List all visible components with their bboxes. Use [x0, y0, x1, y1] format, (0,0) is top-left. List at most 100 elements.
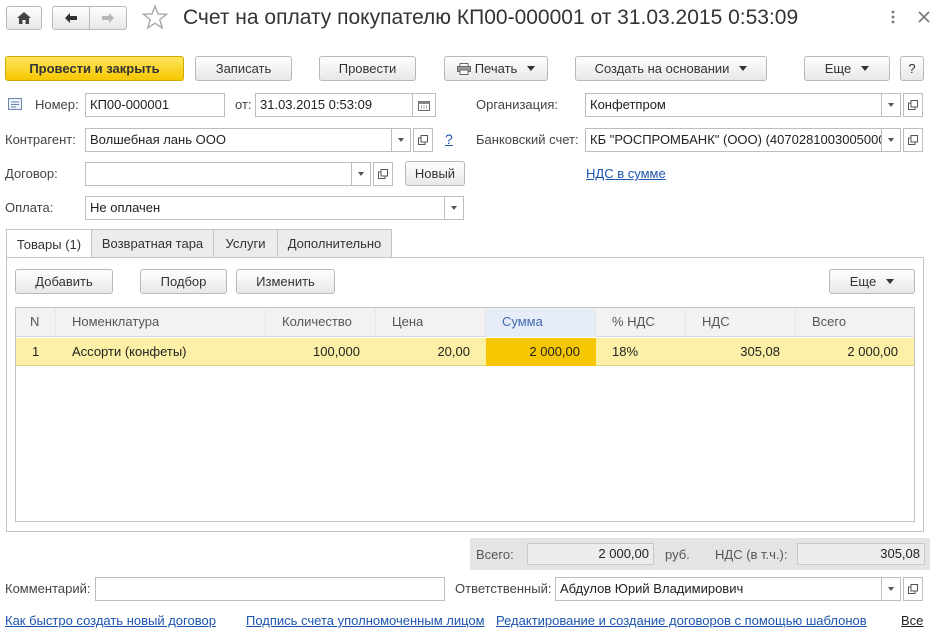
organization-open-button[interactable]: [903, 93, 923, 117]
vat-total-label: НДС (в т.ч.):: [715, 547, 788, 562]
organization-field[interactable]: Конфетпром: [585, 93, 882, 117]
chevron-down-icon: [739, 66, 748, 71]
number-label: Номер:: [35, 97, 79, 112]
more-button-label: Еще: [824, 61, 852, 76]
open-link-icon: [908, 100, 918, 110]
calendar-button[interactable]: [412, 93, 436, 117]
post-and-close-button[interactable]: Провести и закрыть: [5, 56, 184, 81]
vat-total-value: 305,08: [797, 543, 925, 565]
cell-vat: 305,08: [740, 344, 780, 359]
number-field[interactable]: КП00-000001: [85, 93, 225, 117]
comment-field[interactable]: [95, 577, 445, 601]
date-field[interactable]: 31.03.2015 0:53:09: [255, 93, 413, 117]
chevron-down-icon: [888, 138, 894, 142]
counterparty-help-link[interactable]: ?: [445, 131, 453, 147]
page-title: Счет на оплату покупателю КП00-000001 от…: [183, 6, 799, 29]
organization-label: Организация:: [476, 97, 559, 112]
chevron-down-icon: [861, 66, 870, 71]
column-header-sum[interactable]: Сумма: [486, 309, 596, 337]
counterparty-dropdown[interactable]: [391, 128, 411, 152]
new-contract-button[interactable]: Новый: [405, 161, 465, 186]
contract-label: Договор:: [5, 166, 58, 181]
chevron-down-icon: [888, 587, 894, 591]
tab-goods[interactable]: Товары (1): [6, 229, 92, 258]
payment-field[interactable]: Не оплачен: [85, 196, 445, 220]
chevron-down-icon: [358, 172, 364, 176]
responsible-field[interactable]: Абдулов Юрий Владимирович: [555, 577, 882, 601]
post-button[interactable]: Провести: [319, 56, 416, 81]
open-link-icon: [908, 584, 918, 594]
close-icon[interactable]: [916, 9, 932, 25]
arrow-right-icon: [102, 13, 114, 23]
chevron-down-icon: [398, 138, 404, 142]
column-header-vat-rate[interactable]: % НДС: [596, 309, 686, 337]
total-label: Всего:: [476, 547, 514, 562]
contract-templates-link[interactable]: Редактирование и создание договоров с по…: [496, 613, 867, 628]
responsible-label: Ответственный:: [455, 581, 552, 596]
table-more-button[interactable]: Еще: [829, 269, 915, 294]
column-header-n[interactable]: N: [16, 309, 56, 337]
change-button[interactable]: Изменить: [236, 269, 335, 294]
contract-field[interactable]: [85, 162, 352, 186]
favorite-star-icon[interactable]: [141, 4, 169, 30]
tab-services[interactable]: Услуги: [213, 229, 278, 257]
add-row-button[interactable]: Добавить: [15, 269, 113, 294]
organization-dropdown[interactable]: [881, 93, 901, 117]
authorized-signature-link[interactable]: Подпись счета уполномоченным лицом: [246, 613, 485, 628]
chevron-down-icon: [527, 66, 536, 71]
bank-account-open-button[interactable]: [903, 128, 923, 152]
chevron-down-icon: [451, 206, 457, 210]
home-button[interactable]: [6, 6, 42, 30]
bank-account-label: Банковский счет:: [476, 132, 579, 147]
column-header-quantity[interactable]: Количество: [266, 309, 376, 337]
payment-label: Оплата:: [5, 200, 54, 215]
currency-label: руб.: [665, 547, 690, 562]
forward-button[interactable]: [89, 6, 127, 30]
responsible-open-button[interactable]: [903, 577, 923, 601]
printer-icon: [456, 62, 471, 75]
cell-sum[interactable]: 2 000,00: [486, 338, 596, 366]
chevron-down-icon: [886, 279, 895, 284]
cell-vat-rate: 18%: [612, 344, 639, 359]
column-header-total[interactable]: Всего: [796, 309, 914, 337]
home-icon: [17, 12, 31, 24]
column-header-vat[interactable]: НДС: [686, 309, 796, 337]
quick-new-contract-link[interactable]: Как быстро создать новый договор: [5, 613, 216, 628]
bank-account-field[interactable]: КБ "РОСПРОМБАНК" (ООО) (4070281003005000…: [585, 128, 882, 152]
comment-label: Комментарий:: [5, 581, 91, 596]
create-based-on-button[interactable]: Создать на основании: [575, 56, 767, 81]
payment-dropdown[interactable]: [444, 196, 464, 220]
window-menu-icon[interactable]: [886, 10, 900, 24]
write-button[interactable]: Записать: [195, 56, 292, 81]
open-link-icon: [908, 135, 918, 145]
back-button[interactable]: [52, 6, 90, 30]
create-based-on-label: Создать на основании: [594, 61, 730, 76]
cell-n: 1: [32, 344, 40, 359]
counterparty-open-button[interactable]: [413, 128, 433, 152]
cell-nomenclature: Ассорти (конфеты): [72, 344, 187, 359]
counterparty-label: Контрагент:: [5, 132, 76, 147]
cell-total: 2 000,00: [847, 344, 898, 359]
contract-open-button[interactable]: [373, 162, 393, 186]
document-icon: [8, 98, 22, 110]
all-links-link[interactable]: Все: [901, 613, 923, 628]
open-link-icon: [418, 135, 428, 145]
counterparty-field[interactable]: Волшебная лань ООО: [85, 128, 392, 152]
total-value: 2 000,00: [527, 543, 654, 565]
calendar-icon: [418, 100, 430, 111]
more-button[interactable]: Еще: [804, 56, 890, 81]
column-header-nomenclature[interactable]: Номенклатура: [56, 309, 266, 337]
bank-account-dropdown[interactable]: [881, 128, 901, 152]
vat-in-sum-link[interactable]: НДС в сумме: [586, 166, 666, 181]
selection-button[interactable]: Подбор: [140, 269, 227, 294]
tab-returnable-packaging[interactable]: Возвратная тара: [91, 229, 214, 257]
column-header-price[interactable]: Цена: [376, 309, 486, 337]
contract-dropdown[interactable]: [351, 162, 371, 186]
arrow-left-icon: [65, 13, 77, 23]
open-link-icon: [378, 169, 388, 179]
print-button-label: Печать: [474, 61, 518, 76]
tab-additional[interactable]: Дополнительно: [277, 229, 392, 257]
responsible-dropdown[interactable]: [881, 577, 901, 601]
print-button[interactable]: Печать: [444, 56, 548, 81]
help-button[interactable]: ?: [900, 56, 924, 81]
